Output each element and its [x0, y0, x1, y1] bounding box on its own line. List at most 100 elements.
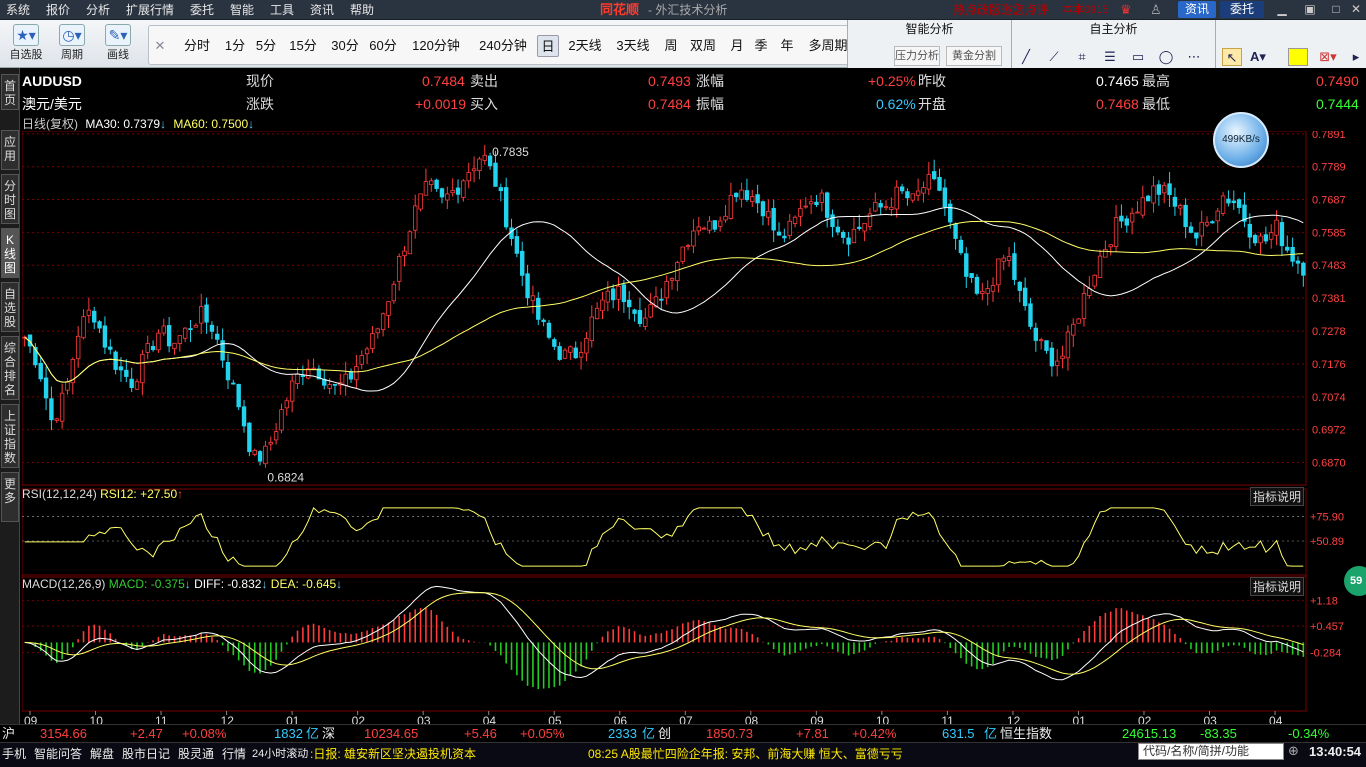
pointer-icon[interactable]: ↖: [1222, 48, 1242, 66]
hot-link[interactable]: 热点改版邀您点评: [953, 2, 1049, 18]
fib-tool-icon[interactable]: ☰: [1100, 48, 1120, 66]
kline-chart[interactable]: +75.90+50.89 +1.18+0.457-0.284 0.78910.7…: [22, 131, 1366, 727]
period-day[interactable]: 日: [537, 35, 559, 57]
arrow-down-icon: ↓: [160, 117, 167, 131]
menu-info[interactable]: 资讯: [310, 2, 334, 18]
status-qa[interactable]: 智能问答: [34, 746, 82, 762]
candle-body: [685, 245, 691, 247]
sidebar-tab-intraday[interactable]: 分时图: [1, 174, 19, 224]
menu-smart[interactable]: 智能: [230, 2, 254, 18]
menu-analysis[interactable]: 分析: [86, 2, 110, 18]
code-search-input[interactable]: 代码/名称/简拼/功能: [1138, 743, 1284, 760]
self-analysis-title[interactable]: 自主分析: [1012, 21, 1215, 37]
period-15m[interactable]: 15分: [287, 35, 319, 57]
candle-body: [1017, 281, 1022, 291]
color-swatch[interactable]: [1288, 48, 1308, 66]
menu-help[interactable]: 帮助: [350, 2, 374, 18]
period-multi[interactable]: 多周期: [803, 35, 853, 57]
open-value: 0.7468: [1096, 96, 1139, 112]
sidebar-tab-ranking[interactable]: 综合排名: [1, 336, 19, 400]
candle-body: [1028, 303, 1033, 327]
more-icon[interactable]: ▸: [1346, 48, 1366, 66]
macd-label[interactable]: MACD(12,26,9): [22, 577, 105, 591]
segment-tool-icon[interactable]: ⟋: [1044, 48, 1064, 66]
pressure-analysis-button[interactable]: 压力分析: [894, 46, 940, 66]
period-30m[interactable]: 30分: [329, 35, 361, 57]
period-biweek[interactable]: 双周: [687, 35, 719, 57]
rsi-explain-button[interactable]: 指标说明: [1250, 487, 1305, 506]
notification-badge[interactable]: 59: [1344, 566, 1366, 596]
candle-body: [92, 310, 97, 323]
menu-extended[interactable]: 扩展行情: [126, 2, 174, 18]
candle-body: [482, 154, 487, 161]
status-diary[interactable]: 股市日记: [122, 746, 170, 762]
candle-body: [520, 250, 525, 276]
kline-label[interactable]: 日线(复权): [22, 117, 78, 131]
trade-button[interactable]: 委托: [1220, 1, 1264, 18]
period-60m[interactable]: 60分: [367, 35, 399, 57]
circle-icon[interactable]: ◯: [1156, 48, 1176, 66]
self-select-button[interactable]: ★▾ 自选股: [6, 24, 46, 64]
shirt2-icon[interactable]: ♙: [1150, 2, 1162, 18]
collapse-icon[interactable]: ✕: [149, 35, 171, 57]
candle-body: [1172, 196, 1178, 207]
sidebar-tab-kline[interactable]: K线图: [1, 228, 19, 278]
line-tool-icon[interactable]: ╱: [1016, 48, 1036, 66]
menu-system[interactable]: 系统: [6, 2, 30, 18]
menu-trade[interactable]: 委托: [190, 2, 214, 18]
news-scroll-1[interactable]: :日报: 雄安新区坚决遏投机资本: [310, 746, 476, 762]
period-3day[interactable]: 3天线: [613, 35, 653, 57]
menu-tools[interactable]: 工具: [270, 2, 294, 18]
smart-analysis-title[interactable]: 智能分析: [848, 21, 1011, 37]
status-24h[interactable]: 24小时滚动: [252, 746, 308, 762]
period-season[interactable]: 季: [751, 35, 771, 57]
rect-tool-icon[interactable]: ⌗: [1072, 48, 1092, 66]
period-year[interactable]: 年: [777, 35, 797, 57]
period-2day[interactable]: 2天线: [565, 35, 605, 57]
sidebar-tab-home[interactable]: 首页: [1, 74, 19, 110]
news-button[interactable]: 资讯: [1178, 1, 1216, 18]
sidebar-tab-apps[interactable]: 应用: [1, 130, 19, 170]
sh-volume: 1832: [274, 726, 303, 741]
rectangle-icon[interactable]: ▭: [1128, 48, 1148, 66]
macd-explain-button[interactable]: 指标说明: [1250, 577, 1305, 596]
period-120m[interactable]: 120分钟: [407, 35, 465, 57]
candle-body: [1038, 339, 1044, 342]
sidebar-tab-watchlist[interactable]: 自选股: [1, 282, 19, 332]
restore-icon[interactable]: ▣: [1300, 1, 1320, 18]
sidebar-tab-shindex[interactable]: 上证指数: [1, 404, 19, 468]
more-tools-icon[interactable]: ⋯: [1184, 48, 1204, 66]
network-speed-bubble[interactable]: 499KB/s: [1213, 112, 1269, 168]
status-analysis[interactable]: 解盘: [90, 746, 114, 762]
price-axis: 0.7891 0.7789 0.7687 0.7585 0.7483 0.7381 0.72…: [1312, 131, 1346, 469]
sidebar-tab-more[interactable]: 更多: [1, 472, 19, 522]
golden-section-button[interactable]: 黄金分割: [946, 46, 1002, 66]
delete-icon[interactable]: ⊠▾: [1318, 48, 1338, 66]
period-week[interactable]: 周: [661, 35, 681, 57]
rsi-label[interactable]: RSI(12,12,24): [22, 487, 97, 501]
status-mobile[interactable]: 手机: [2, 746, 26, 762]
menu-quote[interactable]: 报价: [46, 2, 70, 18]
minimize-icon[interactable]: ▁: [1272, 1, 1292, 18]
candle-body: [225, 362, 231, 381]
candle-body: [712, 220, 718, 230]
period-tick[interactable]: 分时: [181, 35, 213, 57]
period-5m[interactable]: 5分: [253, 35, 279, 57]
news-scroll-2[interactable]: 08:25 A股最忙四险企年报: 安邦、前海大赚 恒大、富德亏亏: [588, 746, 903, 762]
candle-body: [38, 362, 43, 380]
candle-body: [824, 192, 830, 218]
status-market[interactable]: 行情: [222, 746, 246, 762]
period-month[interactable]: 月: [727, 35, 747, 57]
text-tool-icon[interactable]: A▾: [1248, 48, 1268, 66]
price-tick-label: 0.7891: [1312, 131, 1346, 141]
period-240m[interactable]: 240分钟: [475, 35, 531, 57]
shirt-icon[interactable]: ♛: [1120, 2, 1132, 18]
draw-button[interactable]: ✎▾ 画线: [98, 24, 138, 64]
cycle-button[interactable]: ◷▾ 周期: [52, 24, 92, 64]
status-stock-link[interactable]: 股灵通: [178, 746, 214, 762]
search-icon[interactable]: ⊕: [1288, 743, 1299, 759]
period-1m[interactable]: 1分: [223, 35, 247, 57]
close-icon[interactable]: ✕: [1348, 1, 1364, 18]
candle-body: [81, 316, 86, 339]
maximize-icon[interactable]: □: [1326, 1, 1346, 18]
